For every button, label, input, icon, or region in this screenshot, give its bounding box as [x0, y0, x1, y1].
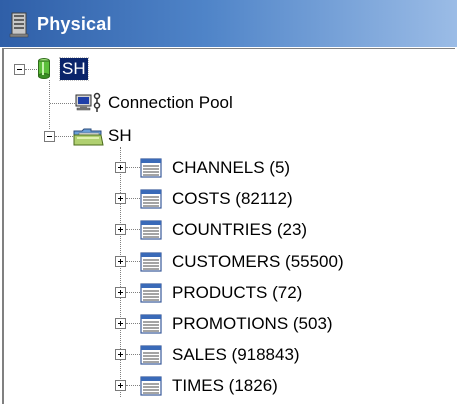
table-icon — [140, 252, 162, 272]
tree-node-table[interactable]: PROMOTIONS (503) — [172, 313, 333, 335]
collapse-schema-toggle[interactable] — [44, 131, 55, 142]
table-icon — [140, 345, 162, 365]
panel-title: Physical — [37, 14, 112, 34]
tree-node-root-sh[interactable]: SH — [59, 57, 89, 81]
tree-node-table[interactable]: COSTS (82112) — [172, 188, 293, 210]
expand-table-toggle[interactable] — [115, 349, 126, 360]
tree-connector — [126, 261, 140, 262]
tree-connector — [55, 136, 75, 137]
expand-table-toggle[interactable] — [115, 193, 126, 204]
tree-node-table[interactable]: SALES (918843) — [172, 344, 300, 366]
expand-table-toggle[interactable] — [115, 224, 126, 235]
table-icon — [140, 158, 162, 178]
expand-table-toggle[interactable] — [115, 162, 126, 173]
expand-table-toggle[interactable] — [115, 287, 126, 298]
database-cylinder-icon — [38, 58, 50, 79]
connection-pool-icon — [75, 92, 101, 112]
collapse-root-toggle[interactable] — [14, 64, 25, 75]
tree-node-table[interactable]: PRODUCTS (72) — [172, 282, 302, 304]
tree-node-connection-pool[interactable]: Connection Pool — [108, 92, 233, 114]
tree-node-table[interactable]: CHANNELS (5) — [172, 157, 290, 179]
tree-node-table[interactable]: CUSTOMERS (55500) — [172, 251, 344, 273]
expand-table-toggle[interactable] — [115, 256, 126, 267]
tree-connector — [126, 323, 140, 324]
table-icon — [140, 376, 162, 396]
tree-connector — [50, 103, 75, 104]
tree-node-schema-sh[interactable]: SH — [108, 125, 132, 147]
physical-layer-panel: Physical SH Connection Pool SH CHANNELS … — [0, 0, 457, 406]
physical-tree[interactable]: SH Connection Pool SH CHANNELS (5) COSTS… — [2, 48, 455, 404]
expand-table-toggle[interactable] — [115, 380, 126, 391]
tree-connector — [49, 80, 50, 129]
tree-node-table[interactable]: TIMES (1826) — [172, 375, 278, 397]
tree-connector — [126, 292, 140, 293]
tree-connector — [126, 229, 140, 230]
table-icon — [140, 283, 162, 303]
tree-connector — [126, 354, 140, 355]
server-icon — [9, 12, 29, 38]
tree-node-table[interactable]: COUNTRIES (23) — [172, 219, 307, 241]
tree-connector — [126, 198, 140, 199]
tree-connector — [126, 385, 140, 386]
table-icon — [140, 314, 162, 334]
folder-icon — [73, 128, 104, 146]
table-icon — [140, 189, 162, 209]
tree-connector — [126, 167, 140, 168]
expand-table-toggle[interactable] — [115, 318, 126, 329]
panel-header: Physical — [0, 0, 457, 47]
table-icon — [140, 220, 162, 240]
tree-connector — [25, 69, 37, 70]
